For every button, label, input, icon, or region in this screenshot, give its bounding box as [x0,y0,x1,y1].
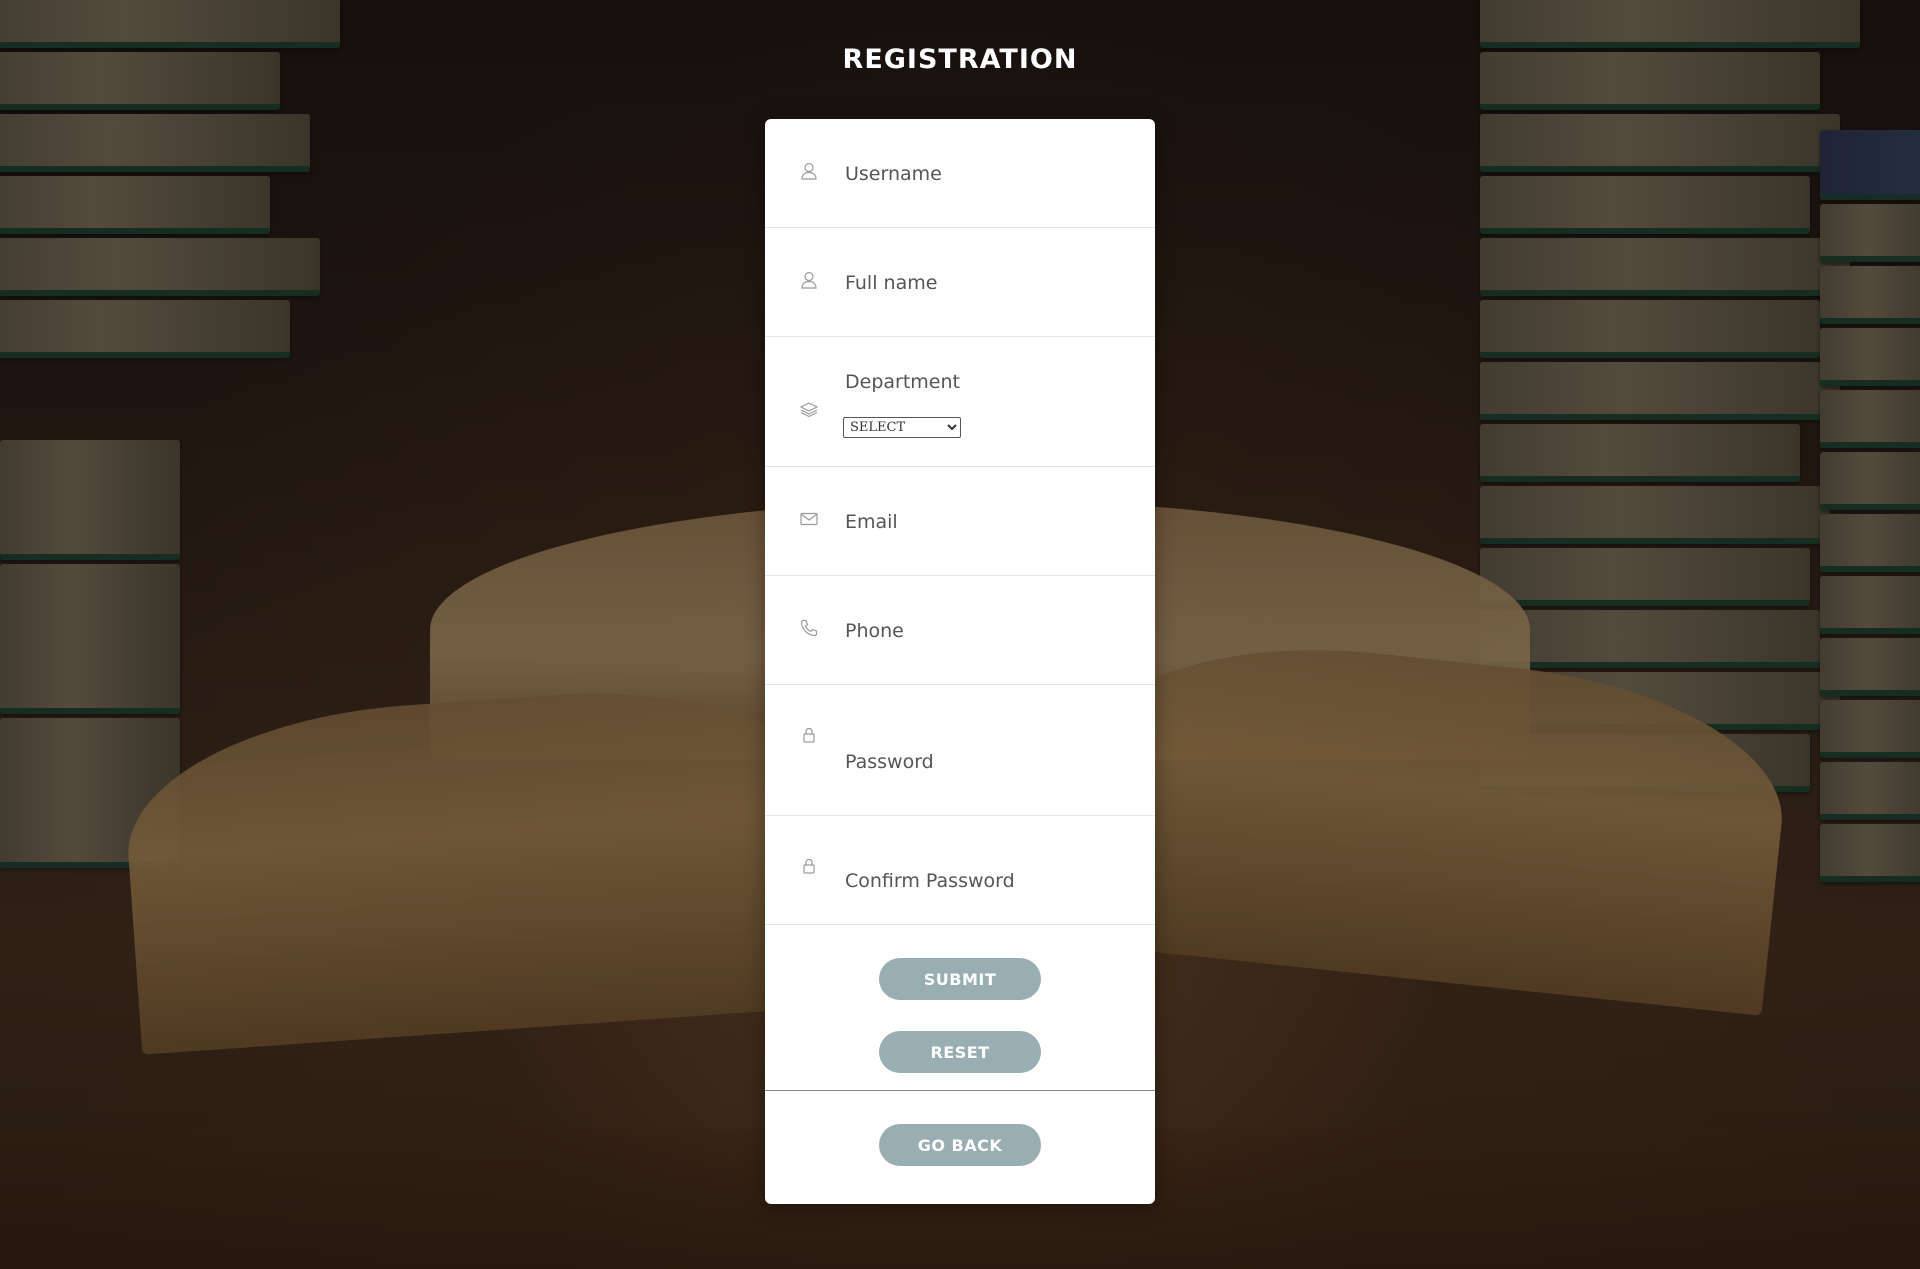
confirm-password-input[interactable] [845,864,1125,898]
user-icon [799,270,819,290]
lock-icon [799,856,819,876]
layers-icon [799,399,819,419]
submit-button[interactable]: SUBMIT [879,958,1041,1000]
fullname-row [765,228,1155,337]
department-select[interactable]: SELECT [843,417,961,438]
confirm-password-row [765,816,1155,925]
lock-icon [799,725,819,745]
fullname-input[interactable] [845,266,1125,300]
envelope-icon [799,509,819,529]
form-actions: SUBMIT RESET [765,925,1155,1091]
phone-input[interactable] [845,614,1125,648]
registration-form: Department SELECT [765,119,1155,1204]
department-row: Department SELECT [765,337,1155,467]
username-row [765,119,1155,228]
back-area: GO BACK [765,1091,1155,1201]
phone-icon [799,618,819,638]
go-back-button[interactable]: GO BACK [879,1124,1041,1166]
reset-button[interactable]: RESET [879,1031,1041,1073]
password-input[interactable] [845,745,1125,779]
page-title: REGISTRATION [842,44,1078,75]
email-input[interactable] [845,505,1125,539]
username-input[interactable] [845,157,1125,191]
email-row [765,467,1155,576]
user-icon [799,161,819,181]
password-row [765,685,1155,816]
phone-row [765,576,1155,685]
department-label: Department [845,371,960,393]
